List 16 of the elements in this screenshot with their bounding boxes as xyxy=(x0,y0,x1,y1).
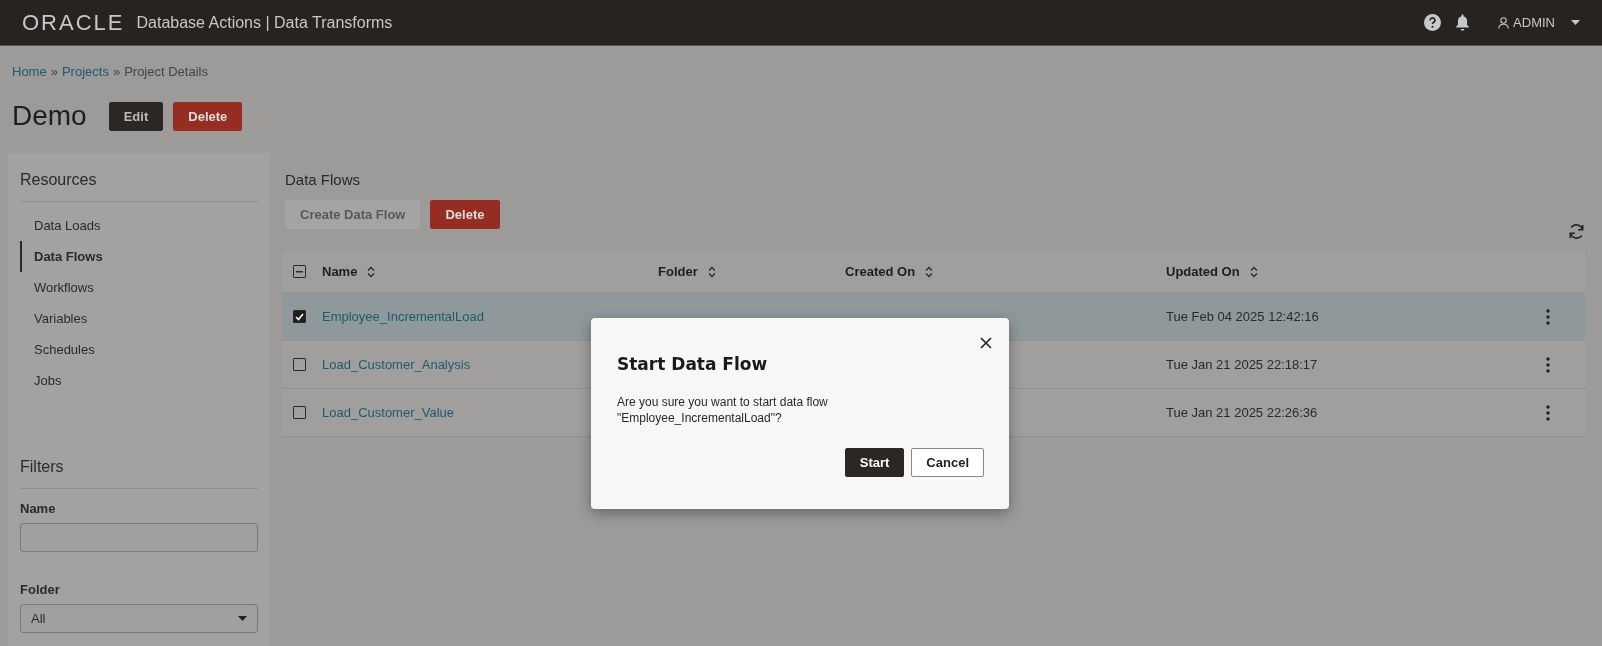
field-label: Name xyxy=(20,501,57,516)
app-title: Database Actions | Data Transforms xyxy=(136,13,393,32)
section-heading: Data Flows xyxy=(284,171,362,188)
project-title: Demo xyxy=(12,100,87,132)
dialog-message: Are you sure you want to start data flow "Employee_IncrementalLoad"? xyxy=(617,394,829,426)
oracle-logo: ORACLE xyxy=(22,9,125,36)
filters-heading: Filters xyxy=(20,458,258,489)
table-cell: Tue Jan 21 2025 22:26:36 xyxy=(1166,405,1318,420)
breadcrumb-current: Project Details xyxy=(124,64,208,79)
breadcrumb-separator: » xyxy=(50,64,58,79)
table-cell: Tue Jan 21 2025 22:18:17 xyxy=(1166,357,1318,372)
dialog-title: Start Data Flow xyxy=(617,354,769,374)
field-label: Folder xyxy=(20,582,61,597)
table-cell: Tue Feb 04 2025 12:42:16 xyxy=(1166,309,1319,324)
breadcrumb-separator: » xyxy=(112,64,121,79)
sidebar-heading: Resources xyxy=(20,171,258,202)
